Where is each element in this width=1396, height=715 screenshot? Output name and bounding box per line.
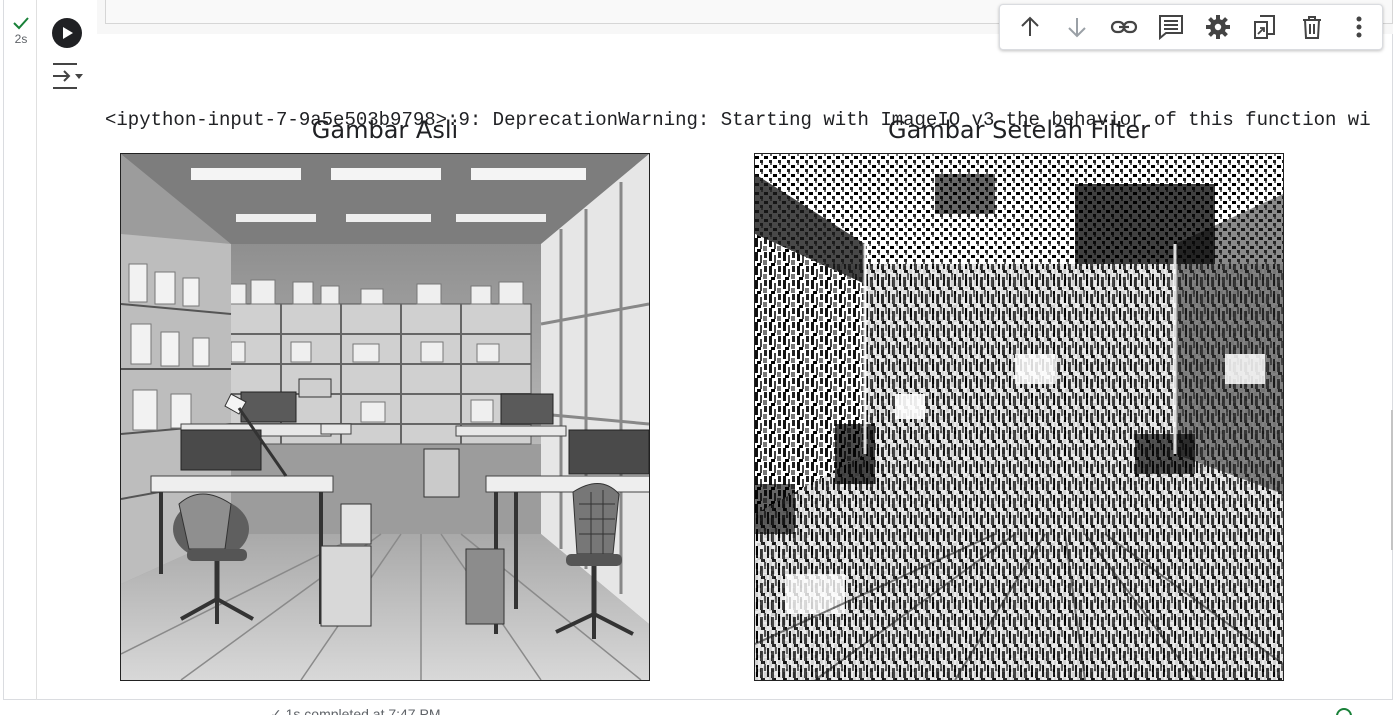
link-icon	[1111, 20, 1138, 34]
right-subplot-title: Gambar Setelah Filter	[888, 116, 1150, 144]
arrow-down-icon	[1068, 18, 1087, 38]
move-cell-up-button[interactable]	[1007, 7, 1054, 47]
filtered-photo	[755, 154, 1283, 680]
mirror-cell-button[interactable]	[1241, 7, 1288, 47]
trash-icon	[1302, 16, 1321, 39]
office-photo	[121, 154, 649, 680]
cell-toolbar	[999, 4, 1383, 50]
output-actions-button[interactable]	[51, 62, 85, 92]
filtered-image	[754, 153, 1284, 681]
run-cell-button[interactable]	[52, 18, 82, 48]
matplotlib-figure: Gambar Asli Gambar Setelah Filter	[105, 112, 1305, 692]
play-icon	[63, 27, 73, 39]
output-collapse-icon	[53, 63, 83, 89]
status-text: ✓ 1s completed at 7:47 PM	[270, 706, 441, 715]
status-bar	[0, 700, 1396, 715]
cell-gutter-divider	[36, 0, 37, 700]
execution-status: 2s	[10, 16, 32, 46]
left-subplot-title: Gambar Asli	[311, 116, 459, 144]
gear-icon	[1205, 15, 1230, 39]
add-comment-button[interactable]	[1148, 7, 1195, 47]
move-cell-down-button[interactable]	[1054, 7, 1101, 47]
check-icon	[13, 17, 29, 30]
original-image	[120, 153, 650, 681]
more-vert-icon	[1356, 16, 1362, 38]
more-actions-button[interactable]	[1335, 7, 1382, 47]
output-scrollbar[interactable]	[1391, 410, 1393, 550]
copy-link-button[interactable]	[1101, 7, 1148, 47]
delete-cell-button[interactable]	[1288, 7, 1335, 47]
mirror-tab-icon	[1253, 15, 1275, 39]
comment-icon	[1159, 15, 1184, 40]
arrow-up-icon	[1021, 16, 1040, 36]
cell-settings-button[interactable]	[1195, 7, 1242, 47]
execution-time: 2s	[14, 32, 28, 46]
